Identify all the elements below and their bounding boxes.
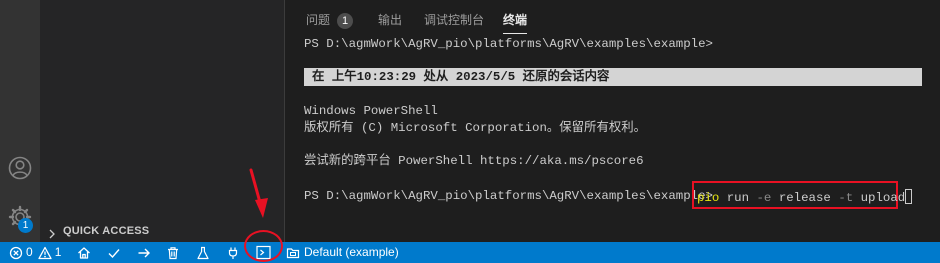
home-icon — [77, 246, 91, 260]
session-restore-text: 在 上午10:23:29 处从 2023/5/5 还原的会话内容 — [312, 70, 610, 84]
plug-icon — [226, 246, 240, 260]
terminal-command[interactable]: pio run -e release -t upload — [697, 189, 913, 205]
warning-icon — [38, 246, 52, 260]
cmd-subcommand: run — [726, 191, 750, 205]
check-icon — [107, 246, 121, 260]
pio-test-button[interactable] — [196, 242, 210, 263]
problems-status[interactable]: 0 1 — [9, 242, 61, 263]
cmd-env: release — [778, 191, 831, 205]
arrow-right-icon — [137, 246, 151, 260]
session-restore-banner: 在 上午10:23:29 处从 2023/5/5 还原的会话内容 — [304, 68, 922, 86]
account-icon[interactable] — [6, 154, 34, 182]
error-icon — [9, 246, 23, 260]
terminal-line: PS D:\agmWork\AgRV_pio\platforms\AgRV\ex… — [304, 37, 713, 51]
tab-terminal[interactable]: 终端 — [503, 8, 528, 34]
terminal-cursor — [905, 189, 913, 204]
cmd-program: pio — [697, 191, 720, 205]
warning-count: 1 — [54, 245, 62, 259]
cmd-flag-t: -t — [838, 191, 854, 205]
annotation-arrow-icon — [249, 168, 268, 218]
tab-terminal-label: 终端 — [503, 13, 528, 27]
terminal-line: Windows PowerShell — [304, 104, 438, 118]
tab-problems[interactable]: 问题 1 — [306, 8, 354, 34]
command-highlight-box: pio run -e release -t upload — [692, 181, 913, 209]
quick-access-label: QUICK ACCESS — [63, 225, 150, 237]
panel-tabs: 问题 1 输出 调试控制台 终端 — [285, 8, 940, 34]
tab-debug-console[interactable]: 调试控制台 — [424, 8, 484, 34]
environment-label: Default (example) — [304, 245, 399, 259]
settings-badge: 1 — [18, 218, 33, 233]
activity-bar: 1 — [0, 0, 40, 242]
project-environment-selector[interactable]: Default (example) — [286, 242, 399, 263]
problems-count-badge: 1 — [337, 13, 354, 29]
pio-upload-button[interactable] — [137, 242, 151, 263]
trash-icon — [166, 246, 180, 260]
terminal-line: 版权所有 (C) Microsoft Corporation。保留所有权利。 — [304, 121, 647, 135]
tab-output[interactable]: 输出 — [378, 8, 402, 34]
status-bar: 0 1 Default (example) — [0, 242, 940, 263]
terminal-prompt: PS D:\agmWork\AgRV_pio\platforms\AgRV\ex… — [304, 189, 713, 203]
pio-serial-monitor-button[interactable] — [226, 242, 240, 263]
error-count: 0 — [26, 245, 33, 259]
flask-icon — [196, 246, 210, 260]
pio-home-button[interactable] — [77, 242, 91, 263]
pio-clean-button[interactable] — [166, 242, 180, 263]
annotation-circle — [244, 230, 283, 262]
folder-icon — [286, 246, 300, 260]
cmd-flag-e: -e — [756, 191, 772, 205]
pio-build-button[interactable] — [107, 242, 121, 263]
tab-output-label: 输出 — [378, 13, 403, 27]
cmd-target: upload — [860, 191, 906, 205]
tab-debug-console-label: 调试控制台 — [424, 13, 485, 27]
tab-problems-label: 问题 — [306, 13, 331, 27]
terminal-line: 尝试新的跨平台 PowerShell https://aka.ms/pscore… — [304, 154, 644, 168]
